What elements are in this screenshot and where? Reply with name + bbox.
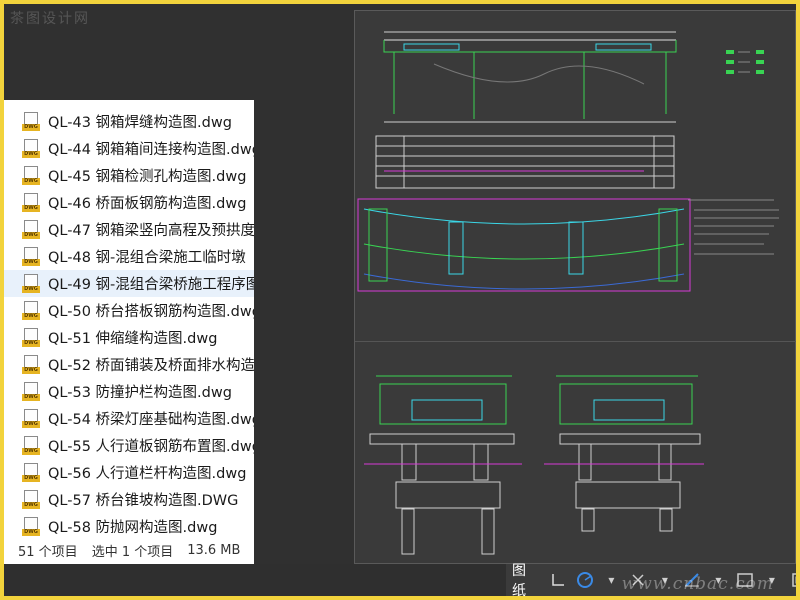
file-type-badge: DWG [22,312,40,320]
file-list-item[interactable]: DWG QL-45 钢箱检测孔构造图.dwg [4,162,254,189]
file-name: QL-54 桥梁灯座基础构造图.dwg [48,412,254,428]
file-type-badge: DWG [22,258,40,266]
file-type-badge: DWG [22,285,40,293]
dwg-file-icon: DWG [22,165,40,186]
file-name: QL-48 钢-混组合梁施工临时墩 [48,250,246,266]
legend-block [726,50,764,74]
plan-view [357,198,691,292]
file-list-item[interactable]: DWG QL-50 桥台搭板钢筋构造图.dwg [4,297,254,324]
workspace-icon[interactable] [788,569,800,591]
upper-cross-section [383,31,677,123]
file-list-item[interactable]: DWG QL-44 钢箱箱间连接构造图.dwg [4,135,254,162]
file-list-item[interactable]: DWG QL-55 人行道板钢筋布置图.dwg [4,432,254,459]
dwg-file-icon: DWG [22,489,40,510]
dwg-file-icon: DWG [22,300,40,321]
file-type-badge: DWG [22,177,40,185]
file-name: QL-44 钢箱箱间连接构造图.dwg [48,142,254,158]
file-name: QL-47 钢箱梁竖向高程及预拱度 [48,223,254,239]
file-list-item[interactable]: DWG QL-43 钢箱焊缝构造图.dwg [4,108,254,135]
watermark-url: www.cnbac.com [621,574,774,594]
dwg-file-icon: DWG [22,273,40,294]
paper-space-toggle[interactable]: 图纸 [506,560,544,600]
polar-tracking-icon[interactable] [574,569,595,591]
command-strip[interactable] [4,564,506,596]
dwg-file-icon: DWG [22,435,40,456]
file-type-badge: DWG [22,231,40,239]
file-list-item[interactable]: DWG QL-46 桥面板钢筋构造图.dwg [4,189,254,216]
file-list-item[interactable]: DWG QL-49 钢-混组合梁桥施工程序图 [4,270,254,297]
notes-lines [688,199,779,255]
dwg-file-icon: DWG [22,381,40,402]
file-name: QL-56 人行道栏杆构造图.dwg [48,466,247,482]
data-table [375,135,675,189]
file-list-item[interactable]: DWG QL-52 桥面铺装及桥面排水构造图 [4,351,254,378]
file-name: QL-46 桥面板钢筋构造图.dwg [48,196,247,212]
file-name: QL-58 防抛网构造图.dwg [48,520,218,536]
file-type-badge: DWG [22,528,40,536]
file-name: QL-53 防撞护栏构造图.dwg [48,385,232,401]
file-name: QL-55 人行道板钢筋布置图.dwg [48,439,254,455]
file-list-item[interactable]: DWG QL-51 伸缩缝构造图.dwg [4,324,254,351]
file-type-badge: DWG [22,393,40,401]
dwg-file-icon: DWG [22,408,40,429]
file-name: QL-43 钢箱焊缝构造图.dwg [48,115,232,131]
file-type-badge: DWG [22,150,40,158]
file-type-badge: DWG [22,339,40,347]
file-type-badge: DWG [22,366,40,374]
dwg-file-icon: DWG [22,327,40,348]
file-name: QL-52 桥面铺装及桥面排水构造图 [48,358,254,374]
file-type-badge: DWG [22,123,40,131]
item-count: 51 个项目 [18,544,78,560]
dwg-file-icon: DWG [22,138,40,159]
file-type-badge: DWG [22,447,40,455]
file-name: QL-45 钢箱检测孔构造图.dwg [48,169,247,185]
file-list-item[interactable]: DWG QL-54 桥梁灯座基础构造图.dwg [4,405,254,432]
dwg-file-icon: DWG [22,192,40,213]
selected-size: 13.6 MB [187,542,241,558]
file-list-item[interactable]: DWG QL-47 钢箱梁竖向高程及预拱度 [4,216,254,243]
dwg-file-icon: DWG [22,111,40,132]
file-list-item[interactable]: DWG QL-48 钢-混组合梁施工临时墩 [4,243,254,270]
file-type-badge: DWG [22,501,40,509]
dwg-file-icon: DWG [22,246,40,267]
file-explorer-panel[interactable]: DWG QL-43 钢箱焊缝构造图.dwg DWG QL-44 钢箱箱间连接构造图.d… [4,100,254,564]
file-name: QL-57 桥台锥坡构造图.DWG [48,493,239,509]
dwg-file-icon: DWG [22,219,40,240]
file-type-badge: DWG [22,204,40,212]
explorer-status-bar: 51 个项目 选中 1 个项目 13.6 MB [4,536,254,564]
file-name: QL-50 桥台搭板钢筋构造图.dwg [48,304,254,320]
file-list-item[interactable]: DWG QL-57 桥台锥坡构造图.DWG [4,486,254,513]
lower-left-section [364,375,522,555]
file-list-item[interactable]: DWG QL-56 人行道栏杆构造图.dwg [4,459,254,486]
ortho-icon[interactable] [547,569,568,591]
dwg-file-icon: DWG [22,462,40,483]
file-type-badge: DWG [22,420,40,428]
chevron-down-icon[interactable]: ▾ [601,569,622,591]
file-name: QL-49 钢-混组合梁桥施工程序图 [48,277,254,293]
file-name: QL-51 伸缩缝构造图.dwg [48,331,218,347]
dwg-file-icon: DWG [22,354,40,375]
selected-count: 选中 1 个项目 [91,544,174,560]
file-type-badge: DWG [22,474,40,482]
file-list-item[interactable]: DWG QL-53 防撞护栏构造图.dwg [4,378,254,405]
file-list: DWG QL-43 钢箱焊缝构造图.dwg DWG QL-44 钢箱箱间连接构造图.d… [4,100,254,540]
lower-right-section [544,375,704,532]
dwg-file-icon: DWG [22,516,40,537]
